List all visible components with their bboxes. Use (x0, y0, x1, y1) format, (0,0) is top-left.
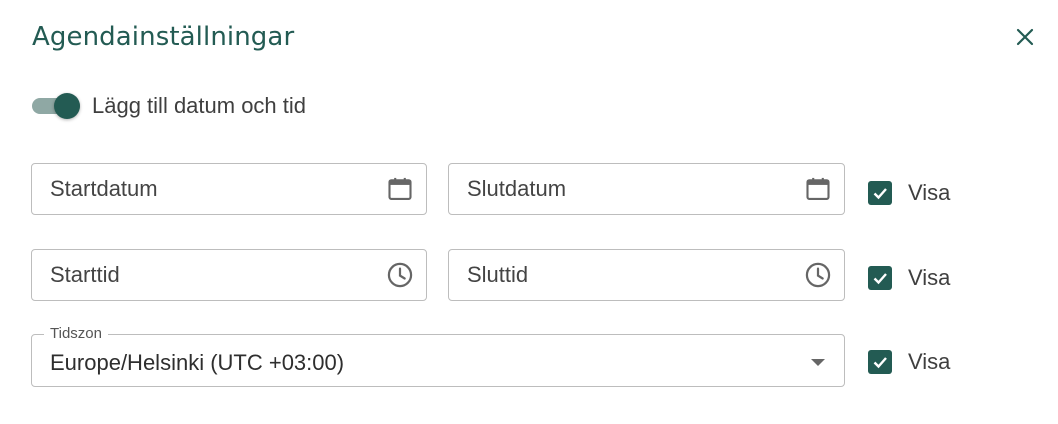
checkbox-checked-icon (868, 350, 892, 374)
start-date-placeholder: Startdatum (50, 176, 158, 201)
show-date-label: Visa (908, 180, 951, 205)
show-time-checkbox[interactable]: Visa (868, 265, 951, 290)
start-time-field[interactable]: Starttid (31, 249, 427, 301)
timezone-label: Tidszon (44, 325, 108, 342)
show-timezone-checkbox[interactable]: Visa (868, 349, 951, 374)
end-time-field[interactable]: Sluttid (448, 249, 845, 301)
date-time-toggle[interactable] (32, 88, 84, 124)
close-icon (1016, 28, 1034, 51)
timezone-value: Europe/Helsinki (UTC +03:00) (50, 349, 345, 375)
timezone-select[interactable]: Tidszon Europe/Helsinki (UTC +03:00) (31, 325, 845, 387)
end-date-field[interactable]: Slutdatum (448, 163, 845, 215)
clock-icon[interactable] (802, 259, 834, 291)
close-button[interactable] (1010, 24, 1040, 54)
show-date-checkbox[interactable]: Visa (868, 180, 951, 205)
checkbox-checked-icon (868, 266, 892, 290)
clock-icon[interactable] (384, 259, 416, 291)
show-timezone-label: Visa (908, 349, 951, 374)
end-date-placeholder: Slutdatum (467, 176, 567, 201)
start-time-placeholder: Starttid (50, 262, 120, 287)
toggle-label: Lägg till datum och tid (92, 93, 307, 118)
calendar-icon[interactable] (802, 173, 834, 205)
show-time-label: Visa (908, 265, 951, 290)
start-date-field[interactable]: Startdatum (31, 163, 427, 215)
dropdown-arrow-icon[interactable] (806, 351, 830, 375)
calendar-icon[interactable] (384, 173, 416, 205)
checkbox-checked-icon (868, 181, 892, 205)
dialog-title: Agendainställningar (32, 22, 295, 52)
date-time-toggle-row: Lägg till datum och tid (32, 88, 306, 124)
end-time-placeholder: Sluttid (467, 262, 529, 287)
toggle-thumb (54, 93, 80, 119)
